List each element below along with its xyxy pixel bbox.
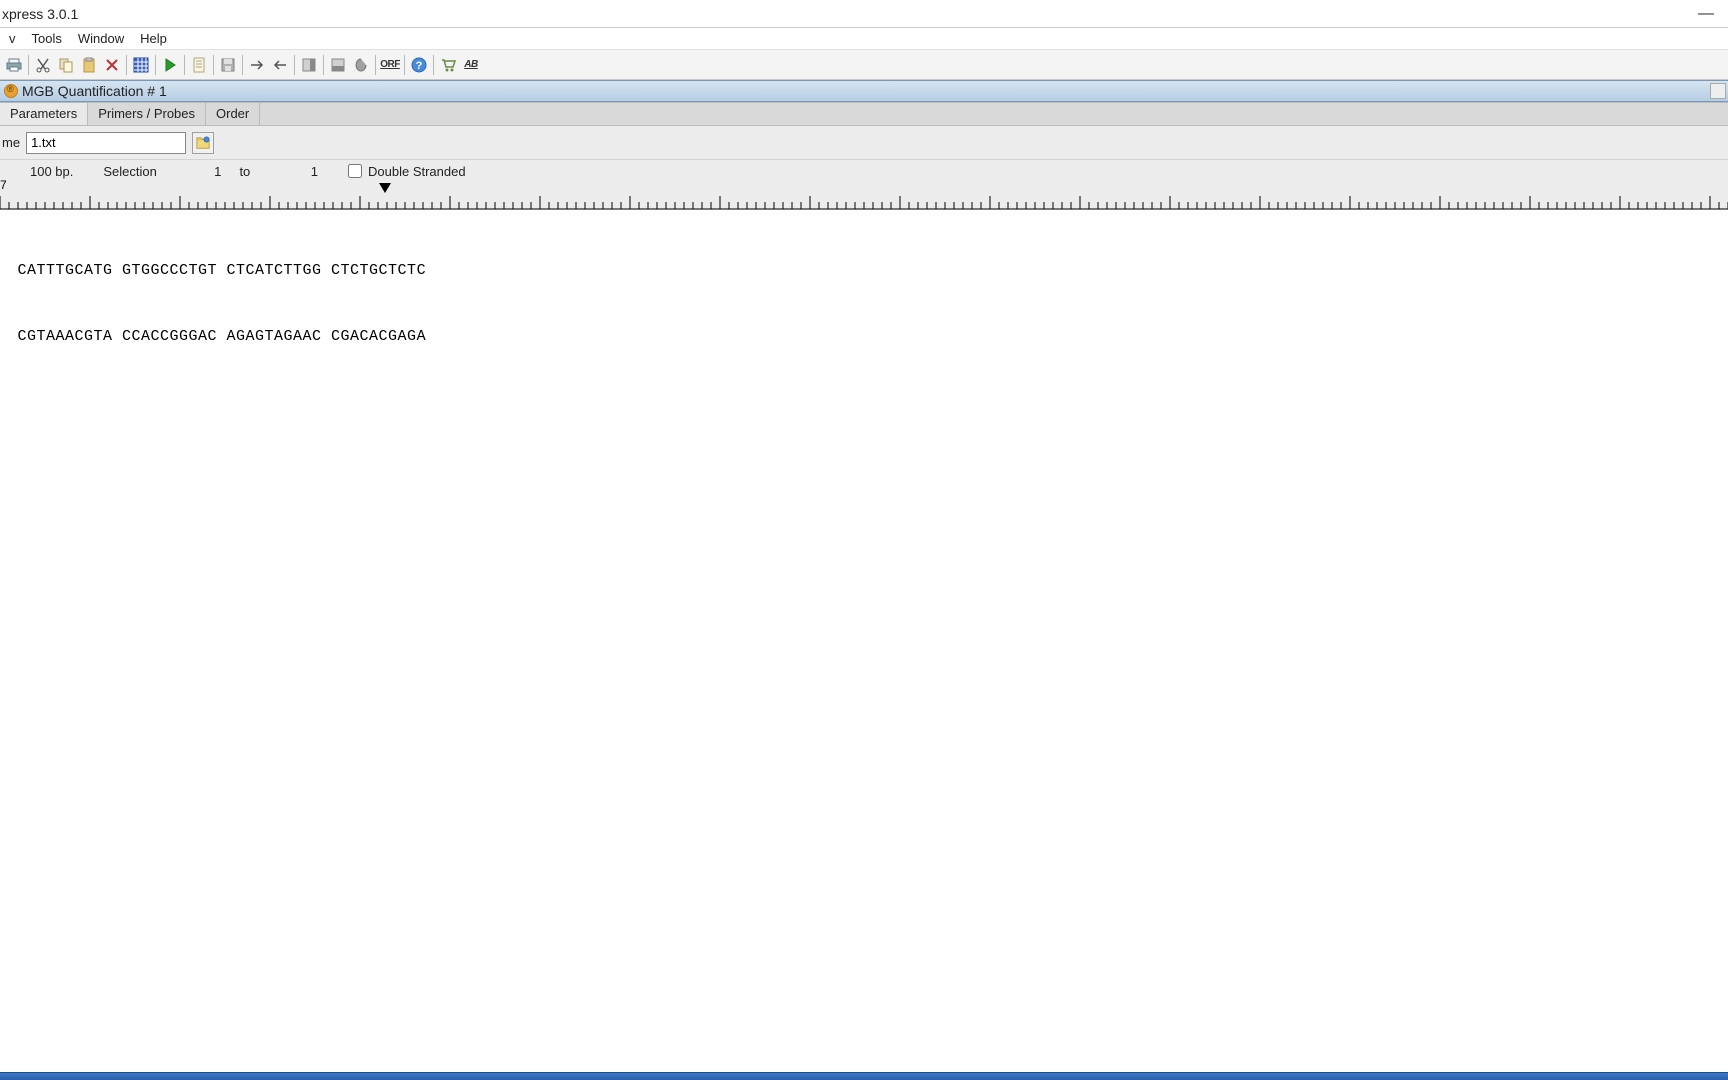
sequence-line-2: CGTAAACGTA CCACCGGGAC AGAGTAGAAC CGACACG… [8,326,1720,348]
separator [433,55,434,75]
cart-button[interactable] [437,54,459,76]
separator [184,55,185,75]
tab-parameters[interactable]: Parameters [0,103,88,125]
separator [323,55,324,75]
panel-control-icon[interactable] [1710,83,1726,99]
window-controls: — [1688,5,1724,23]
menu-window[interactable]: Window [71,29,131,48]
tabstrip: Parameters Primers / Probes Order [0,102,1728,126]
minimize-button[interactable]: — [1688,5,1724,23]
toolbar: ORF ? AB [0,50,1728,80]
tab-order[interactable]: Order [206,103,260,125]
back-button[interactable] [269,54,291,76]
menu-tools[interactable]: Tools [25,29,69,48]
copy-button[interactable] [55,54,77,76]
titlebar: xpress 3.0.1 — [0,0,1728,28]
run-button[interactable] [159,54,181,76]
ruler-start-label: 7 [0,178,7,192]
panel-bottom-button[interactable] [327,54,349,76]
selection-info-row: 100 bp. Selection 1 to 1 Double Stranded [0,160,1728,182]
separator [375,55,376,75]
bp-label: 100 bp. [30,164,73,179]
name-input[interactable] [26,132,186,154]
sequence-line-1: CATTTGCATG GTGGCCCTGT CTCATCTTGG CTCTGCT… [8,260,1720,282]
menu-help[interactable]: Help [133,29,174,48]
double-stranded-label: Double Stranded [368,164,466,179]
statusbar [0,1072,1728,1080]
menubar: v Tools Window Help [0,28,1728,50]
print-button[interactable] [3,54,25,76]
separator [155,55,156,75]
menu-view[interactable]: v [2,29,23,48]
separator [126,55,127,75]
double-stranded-control[interactable]: Double Stranded [348,164,466,179]
tab-primers-probes[interactable]: Primers / Probes [88,103,206,125]
sequence-view[interactable]: CATTTGCATG GTGGCCCTGT CTCATCTTGG CTCTGCT… [0,210,1728,376]
separator [294,55,295,75]
double-stranded-checkbox[interactable] [348,164,362,178]
panel-right-button[interactable] [298,54,320,76]
name-row: me [0,126,1728,160]
orf-button[interactable]: ORF [379,54,401,76]
name-label: me [2,135,20,150]
svg-text:?: ? [416,60,423,72]
window-title: xpress 3.0.1 [0,6,78,22]
help-button[interactable]: ? [408,54,430,76]
delete-button[interactable] [101,54,123,76]
ruler: 7 [0,182,1728,210]
export-button[interactable] [350,54,372,76]
cut-button[interactable] [32,54,54,76]
registered-icon [4,84,18,98]
selection-from: 1 [193,164,221,179]
document-title-bar: MGB Quantification # 1 [0,80,1728,102]
ab-button[interactable]: AB [460,54,482,76]
document-title: MGB Quantification # 1 [22,83,167,99]
save-button[interactable] [217,54,239,76]
selection-label: Selection [103,164,156,179]
browse-file-button[interactable] [192,132,214,154]
paste-button[interactable] [78,54,100,76]
forward-button[interactable] [246,54,268,76]
separator [404,55,405,75]
selection-to-label: to [239,164,250,179]
separator [28,55,29,75]
grid-button[interactable] [130,54,152,76]
selection-to: 1 [290,164,318,179]
separator [213,55,214,75]
document-button[interactable] [188,54,210,76]
separator [242,55,243,75]
